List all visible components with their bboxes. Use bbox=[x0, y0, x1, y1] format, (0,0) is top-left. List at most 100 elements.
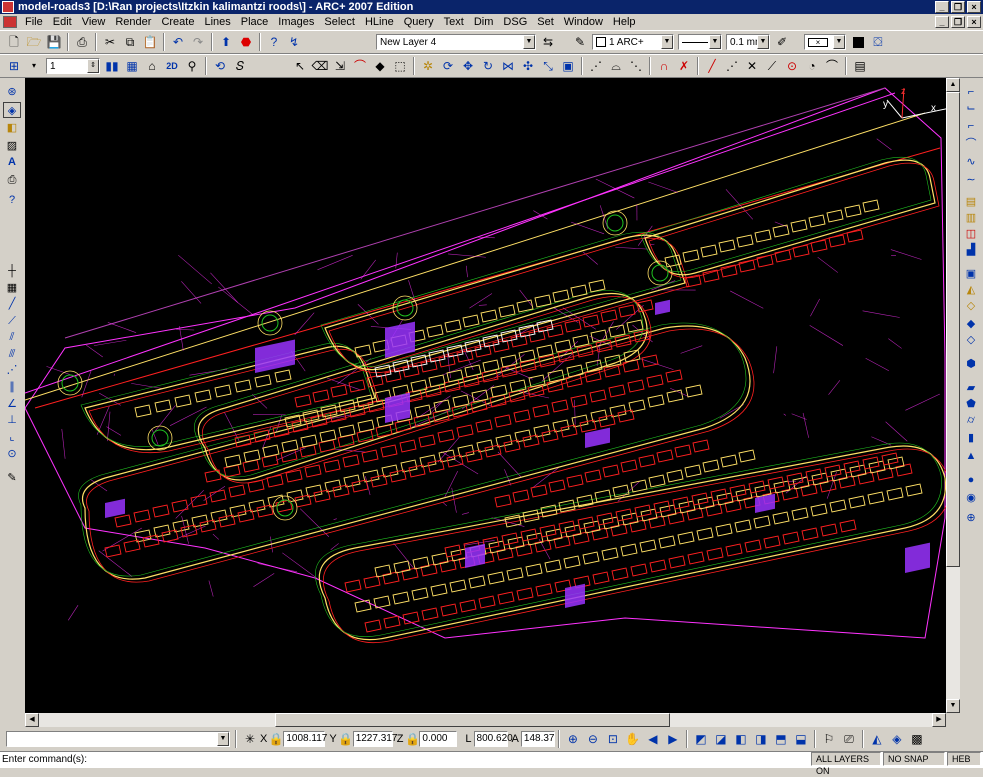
cone-icon[interactable]: ▲ bbox=[962, 448, 980, 464]
fillet-icon[interactable]: ⌓ bbox=[607, 57, 625, 75]
grid-small-icon[interactable]: ▦ bbox=[3, 280, 21, 296]
command-history-combo[interactable]: ▼ bbox=[6, 731, 230, 747]
delete-x-icon[interactable]: ✗ bbox=[675, 57, 693, 75]
query-icon[interactable]: ? bbox=[3, 192, 21, 208]
menu-select[interactable]: Select bbox=[319, 14, 360, 30]
help-icon[interactable]: ? bbox=[265, 33, 283, 51]
zoom-icon[interactable]: ⚲ bbox=[183, 57, 201, 75]
layers-status[interactable]: ALL LAYERS ON bbox=[811, 752, 881, 766]
walk-icon[interactable]: ⚐ bbox=[820, 730, 838, 748]
array-icon[interactable]: ✣ bbox=[519, 57, 537, 75]
mirror-icon[interactable]: ⋈ bbox=[499, 57, 517, 75]
roof-icon[interactable]: ◭ bbox=[962, 282, 980, 298]
pan-hand-icon[interactable]: ✋ bbox=[624, 730, 642, 748]
view-front-icon[interactable]: ◩ bbox=[692, 730, 710, 748]
layer-combo[interactable]: New Layer 4 ▼ bbox=[376, 34, 536, 50]
angle-field[interactable]: 148.37 bbox=[521, 731, 555, 747]
shelf-icon[interactable]: ▥ bbox=[962, 210, 980, 226]
sphere-icon[interactable]: ● bbox=[962, 472, 980, 488]
grid-snap-icon[interactable]: ⊞ bbox=[5, 57, 23, 75]
library-icon[interactable]: ◧ bbox=[3, 120, 21, 136]
wall-icon[interactable]: ⫻ bbox=[3, 346, 21, 362]
vertical-scrollbar[interactable]: ▲ ▼ bbox=[946, 78, 960, 713]
copy-icon[interactable]: ⧉ bbox=[121, 33, 139, 51]
line-tool-icon[interactable]: ╱ bbox=[3, 296, 21, 312]
zoom-window-icon[interactable]: ⊡ bbox=[604, 730, 622, 748]
up-arrow-icon[interactable]: ⬆ bbox=[217, 33, 235, 51]
curve-icon[interactable]: ⌒ bbox=[823, 57, 841, 75]
rotate-copy-icon[interactable]: ⟳ bbox=[439, 57, 457, 75]
render-icon[interactable]: ◭ bbox=[868, 730, 886, 748]
menu-render[interactable]: Render bbox=[110, 14, 156, 30]
solid-union-icon[interactable]: ◉ bbox=[962, 490, 980, 506]
block-icon[interactable]: ▨ bbox=[3, 138, 21, 154]
chevron-down-icon[interactable]: ▼ bbox=[757, 35, 769, 49]
scroll-right-icon[interactable]: ▶ bbox=[932, 713, 946, 727]
active-view-icon[interactable]: ◈ bbox=[3, 102, 21, 118]
chevron-down-icon[interactable]: ▼ bbox=[709, 35, 721, 49]
menu-query[interactable]: Query bbox=[399, 14, 439, 30]
menu-file[interactable]: File bbox=[20, 14, 48, 30]
doc-minimize-button[interactable]: _ bbox=[935, 16, 949, 28]
column-icon[interactable]: ▮ bbox=[962, 430, 980, 446]
z-coordinate-field[interactable]: 0.000 bbox=[419, 731, 457, 747]
horizontal-scroll-thumb[interactable] bbox=[275, 713, 670, 727]
document-icon[interactable] bbox=[3, 16, 17, 28]
print-icon[interactable]: ⎙ bbox=[73, 33, 91, 51]
scroll-down-icon[interactable]: ▼ bbox=[946, 699, 960, 713]
cross-icon[interactable]: ✕ bbox=[743, 57, 761, 75]
eraser-icon[interactable]: ⌫ bbox=[311, 57, 329, 75]
solid-icon[interactable]: ⬢ bbox=[962, 356, 980, 372]
circle-tool-icon[interactable]: ⊙ bbox=[3, 446, 21, 462]
scroll-left-icon[interactable]: ◀ bbox=[25, 713, 39, 727]
circle-snap-icon[interactable]: ⊙ bbox=[783, 57, 801, 75]
vertical-scroll-thumb[interactable] bbox=[946, 92, 960, 567]
menu-window[interactable]: Window bbox=[559, 14, 608, 30]
spline-icon[interactable]: ∿ bbox=[962, 154, 980, 170]
magnet-icon[interactable]: ∩ bbox=[655, 57, 673, 75]
undo-icon[interactable]: ↶ bbox=[169, 33, 187, 51]
corner-bl-icon[interactable]: ⌙ bbox=[962, 100, 980, 116]
chamfer-icon[interactable]: ⋱ bbox=[627, 57, 645, 75]
close-button[interactable]: × bbox=[967, 1, 981, 13]
menu-help[interactable]: Help bbox=[608, 14, 641, 30]
polyline-icon[interactable]: ⟋ bbox=[3, 313, 21, 329]
cube-open-icon[interactable]: ◇ bbox=[962, 332, 980, 348]
menu-images[interactable]: Images bbox=[273, 14, 319, 30]
dotted-line-icon[interactable]: ⋰ bbox=[723, 57, 741, 75]
chevron-down-icon[interactable]: ▼ bbox=[217, 732, 229, 746]
menu-view[interactable]: View bbox=[77, 14, 111, 30]
view-forward-icon[interactable]: ▶ bbox=[664, 730, 682, 748]
menu-text[interactable]: Text bbox=[439, 14, 469, 30]
wave-icon[interactable]: ∼ bbox=[962, 172, 980, 188]
save-icon[interactable]: 💾 bbox=[45, 33, 63, 51]
angle-icon[interactable]: ∠ bbox=[3, 396, 21, 412]
view-top-icon[interactable]: ⬒ bbox=[772, 730, 790, 748]
pan-view-icon[interactable]: ⊛ bbox=[3, 84, 21, 100]
fill-bucket-icon[interactable]: ⛋ bbox=[869, 33, 887, 51]
box-icon[interactable]: ▰ bbox=[962, 380, 980, 396]
y-coordinate-field[interactable]: 1227.317 bbox=[353, 731, 393, 747]
hatch-line-icon[interactable]: ⋰ bbox=[3, 362, 21, 378]
cut-icon[interactable]: ✂ bbox=[101, 33, 119, 51]
pattern-combo[interactable]: × ▼ bbox=[804, 34, 846, 50]
new-icon[interactable]: 🗋 bbox=[5, 33, 23, 51]
properties-icon[interactable]: ▤ bbox=[851, 57, 869, 75]
scroll-up-icon[interactable]: ▲ bbox=[946, 78, 960, 92]
menu-edit[interactable]: Edit bbox=[48, 14, 77, 30]
layer-number-stepper[interactable]: 1 ⇕ bbox=[46, 58, 100, 74]
door-icon[interactable]: ◫ bbox=[962, 226, 980, 242]
chevron-down-icon[interactable]: ▼ bbox=[833, 35, 845, 49]
pick-icon[interactable]: ⇲ bbox=[331, 57, 349, 75]
view-2d-icon[interactable]: 2D bbox=[163, 57, 181, 75]
redraw-icon[interactable]: ⟲ bbox=[211, 57, 229, 75]
length-field[interactable]: 800.620 bbox=[474, 731, 508, 747]
group-icon[interactable]: ▣ bbox=[559, 57, 577, 75]
chevron-down-icon[interactable]: ▼ bbox=[661, 35, 673, 49]
chevron-down-icon[interactable]: ▼ bbox=[523, 35, 535, 49]
snap-star-icon[interactable]: ✳ bbox=[241, 730, 259, 748]
pick-style-icon[interactable]: ✎ bbox=[571, 33, 589, 51]
snap-line-icon[interactable]: ⟋ bbox=[763, 57, 781, 75]
scale-icon[interactable]: ⤡ bbox=[539, 57, 557, 75]
language-status[interactable]: HEB bbox=[947, 752, 981, 766]
